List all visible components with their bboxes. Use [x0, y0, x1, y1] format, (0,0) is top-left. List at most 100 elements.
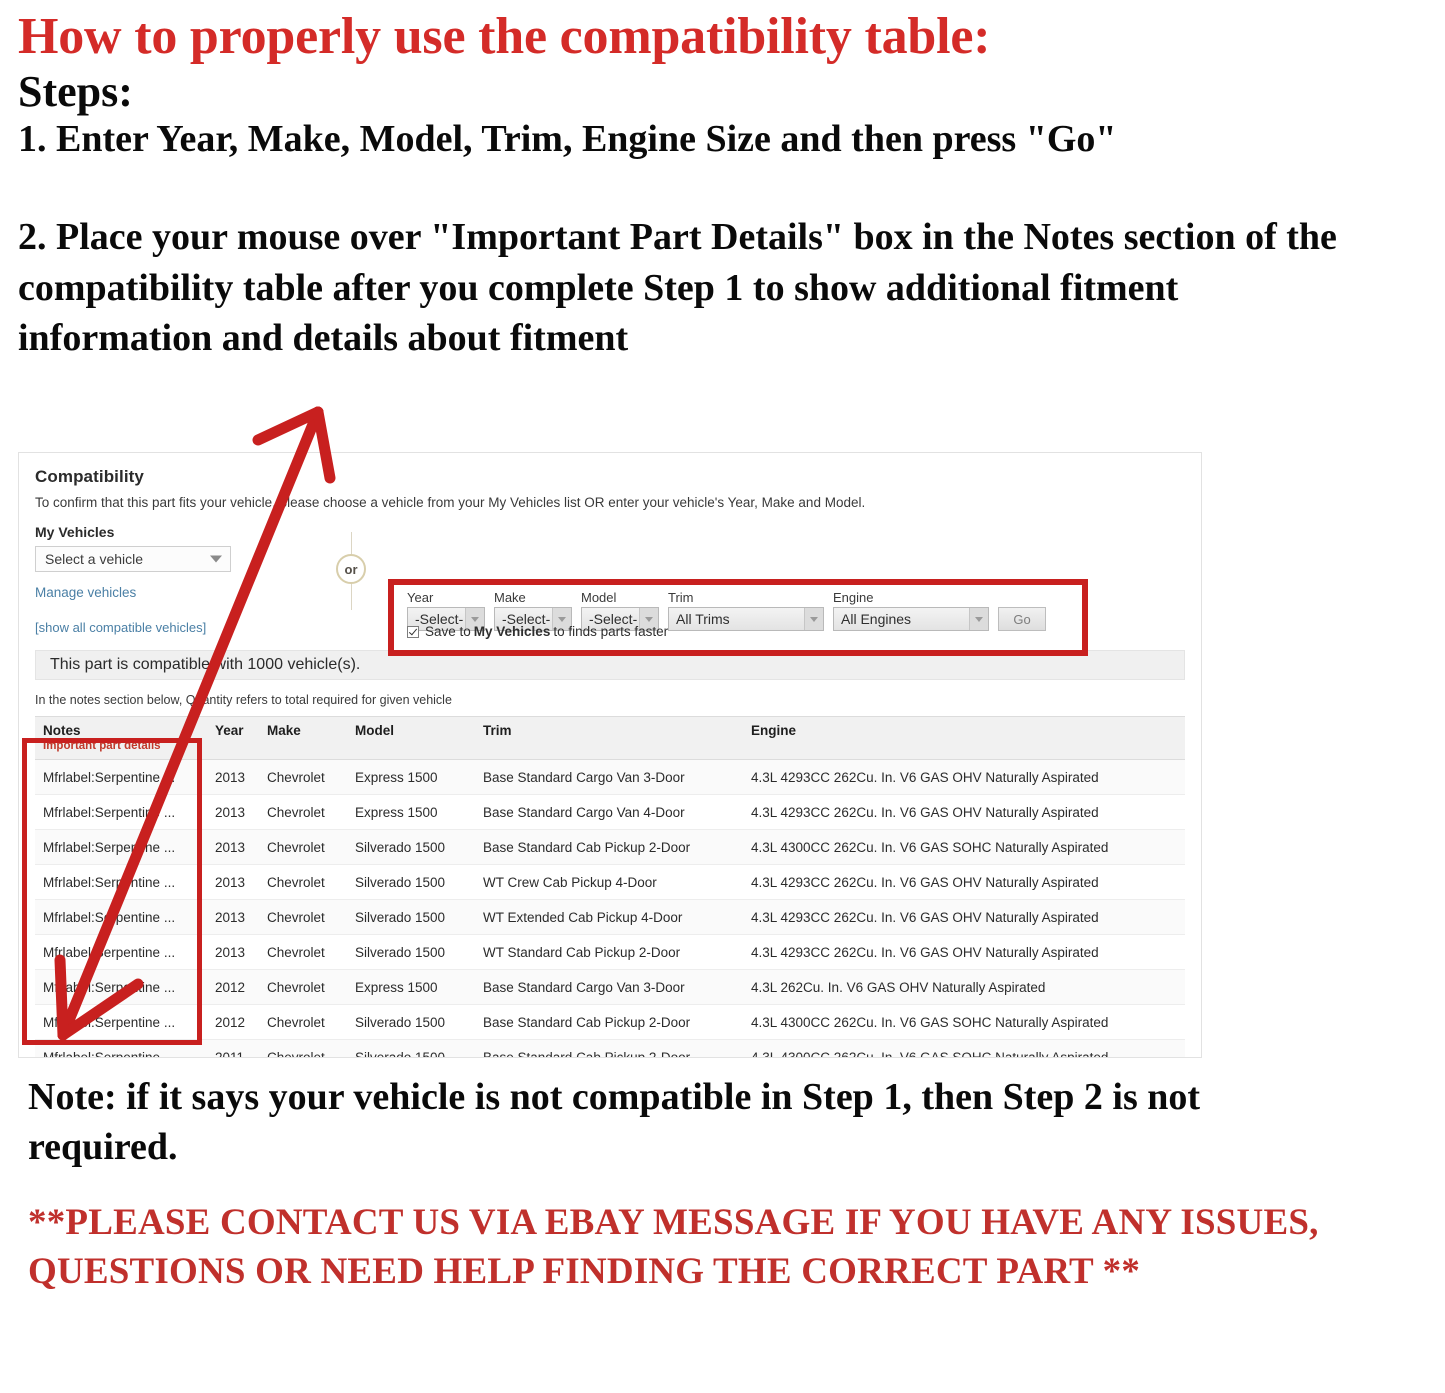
manage-vehicles-link[interactable]: Manage vehicles — [35, 585, 136, 600]
engine-select-value: All Engines — [841, 611, 912, 627]
notes-quantity-hint: In the notes section below, Quantity ref… — [35, 693, 452, 707]
fitment-table: Notes Important part details Year Make M… — [35, 716, 1185, 1057]
model-label: Model — [581, 590, 617, 605]
cell-engine: 4.3L 4293CC 262Cu. In. V6 GAS OHV Natura… — [743, 934, 1185, 970]
cell-year: 2012 — [207, 1004, 259, 1040]
cell-make: Chevrolet — [259, 829, 347, 865]
cell-engine: 4.3L 4293CC 262Cu. In. V6 GAS OHV Natura… — [743, 759, 1185, 795]
cell-make: Chevrolet — [259, 794, 347, 830]
table-row: Mfrlabel:Serpentine ... 2013 Chevrolet Expr… — [35, 759, 1185, 795]
cell-notes[interactable]: Mfrlabel:Serpentine ... — [35, 759, 207, 795]
save-suffix-label: to finds parts faster — [553, 624, 669, 639]
cell-model: Silverado 1500 — [347, 899, 475, 935]
cell-engine: 4.3L 4300CC 262Cu. In. V6 GAS SOHC Natur… — [743, 829, 1185, 865]
page-title: How to properly use the compatibility ta… — [18, 8, 991, 65]
cell-trim: WT Standard Cab Pickup 2-Door — [475, 934, 743, 970]
cell-notes[interactable]: Mfrlabel:Serpentine ... — [35, 1039, 207, 1057]
show-all-compatible-vehicles-link[interactable]: [show all compatible vehicles] — [35, 620, 206, 635]
cell-make: Chevrolet — [259, 759, 347, 795]
column-header-notes: Notes Important part details — [35, 716, 207, 760]
cell-engine: 4.3L 4293CC 262Cu. In. V6 GAS OHV Natura… — [743, 864, 1185, 900]
cell-trim: Base Standard Cargo Van 3-Door — [475, 969, 743, 1005]
table-row: Mfrlabel:Serpentine ... 2012 Chevrolet Expr… — [35, 969, 1185, 1005]
cell-trim: Base Standard Cab Pickup 2-Door — [475, 829, 743, 865]
my-vehicles-label: My Vehicles — [35, 524, 115, 540]
cell-make: Chevrolet — [259, 864, 347, 900]
cell-trim: Base Standard Cargo Van 4-Door — [475, 794, 743, 830]
save-to-my-vehicles-row[interactable]: Save to My Vehicles to finds parts faste… — [407, 624, 668, 639]
cell-year: 2013 — [207, 794, 259, 830]
save-to-my-vehicles-checkbox[interactable] — [407, 625, 419, 638]
important-part-details-label: Important part details — [43, 740, 161, 752]
column-header-engine: Engine — [743, 716, 1185, 760]
cell-make: Chevrolet — [259, 934, 347, 970]
cell-model: Silverado 1500 — [347, 829, 475, 865]
cell-notes[interactable]: Mfrlabel:Serpentine ... — [35, 829, 207, 865]
cell-model: Silverado 1500 — [347, 864, 475, 900]
my-vehicles-select-value: Select a vehicle — [45, 551, 144, 567]
cell-year: 2012 — [207, 969, 259, 1005]
cell-model: Express 1500 — [347, 759, 475, 795]
save-emphasis-label: My Vehicles — [473, 624, 551, 639]
cell-model: Express 1500 — [347, 794, 475, 830]
cell-notes[interactable]: Mfrlabel:Serpentine ... — [35, 969, 207, 1005]
table-row: Mfrlabel:Serpentine ... 2013 Chevrolet Silv… — [35, 934, 1185, 970]
engine-select[interactable]: All Engines — [833, 607, 989, 631]
cell-make: Chevrolet — [259, 899, 347, 935]
column-header-trim: Trim — [475, 716, 743, 760]
compatibility-heading: Compatibility — [35, 467, 144, 486]
table-row: Mfrlabel:Serpentine ... 2012 Chevrolet Silv… — [35, 1004, 1185, 1040]
column-header-make: Make — [259, 716, 347, 760]
contact-us-text: **PLEASE CONTACT US VIA EBAY MESSAGE IF … — [28, 1202, 1319, 1293]
save-prefix-label: Save to — [425, 624, 471, 639]
compatibility-panel: Compatibility To confirm that this part … — [18, 452, 1202, 1058]
cell-engine: 4.3L 4300CC 262Cu. In. V6 GAS SOHC Natur… — [743, 1039, 1185, 1057]
instructions-block: How to properly use the compatibility ta… — [18, 10, 1418, 364]
cell-engine: 4.3L 4300CC 262Cu. In. V6 GAS SOHC Natur… — [743, 1004, 1185, 1040]
cell-model: Silverado 1500 — [347, 1039, 475, 1057]
table-row: Mfrlabel:Serpentine ... 2013 Chevrolet Silv… — [35, 829, 1185, 865]
engine-field: Engine All Engines — [833, 590, 989, 631]
trim-field: Trim All Trims — [668, 590, 824, 631]
table-row: Mfrlabel:Serpentine ... 2013 Chevrolet Expr… — [35, 794, 1185, 830]
cell-year: 2013 — [207, 829, 259, 865]
cell-year: 2011 — [207, 1039, 259, 1057]
engine-label: Engine — [833, 590, 874, 605]
cell-year: 2013 — [207, 864, 259, 900]
cell-year: 2013 — [207, 934, 259, 970]
cell-model: Express 1500 — [347, 969, 475, 1005]
my-vehicles-select[interactable]: Select a vehicle — [35, 546, 231, 572]
cell-notes[interactable]: Mfrlabel:Serpentine ... — [35, 794, 207, 830]
step-1-text: 1. Enter Year, Make, Model, Trim, Engine… — [18, 118, 1117, 161]
cell-notes[interactable]: Mfrlabel:Serpentine ... — [35, 864, 207, 900]
cell-make: Chevrolet — [259, 1039, 347, 1057]
compatibility-subtitle: To confirm that this part fits your vehi… — [35, 495, 866, 510]
my-vehicles-block: My Vehicles Select a vehicle Manage vehi… — [35, 524, 295, 602]
cell-trim: Base Standard Cargo Van 3-Door — [475, 759, 743, 795]
column-header-year: Year — [207, 716, 259, 760]
cell-notes[interactable]: Mfrlabel:Serpentine ... — [35, 934, 207, 970]
chevron-down-icon — [969, 608, 988, 630]
cell-make: Chevrolet — [259, 1004, 347, 1040]
year-label: Year — [407, 590, 434, 605]
trim-select[interactable]: All Trims — [668, 607, 824, 631]
make-label: Make — [494, 590, 526, 605]
trim-label: Trim — [668, 590, 694, 605]
column-header-model: Model — [347, 716, 475, 760]
go-button[interactable]: Go — [998, 607, 1046, 631]
cell-year: 2013 — [207, 899, 259, 935]
step-2-text: 2. Place your mouse over "Important Part… — [18, 216, 1337, 360]
cell-trim: Base Standard Cab Pickup 2-Door — [475, 1039, 743, 1057]
table-row: Mfrlabel:Serpentine ... 2013 Chevrolet Silv… — [35, 864, 1185, 900]
cell-notes[interactable]: Mfrlabel:Serpentine ... — [35, 1004, 207, 1040]
fitment-table-header-row: Notes Important part details Year Make M… — [35, 716, 1185, 760]
cell-engine: 4.3L 262Cu. In. V6 GAS OHV Naturally Asp… — [743, 969, 1185, 1005]
note-step-text: Note: if it says your vehicle is not com… — [28, 1076, 1201, 1169]
cell-notes[interactable]: Mfrlabel:Serpentine ... — [35, 899, 207, 935]
cell-year: 2013 — [207, 759, 259, 795]
column-header-notes-label: Notes — [43, 723, 81, 738]
chevron-down-icon — [804, 608, 823, 630]
cell-engine: 4.3L 4293CC 262Cu. In. V6 GAS OHV Natura… — [743, 899, 1185, 935]
table-row: Mfrlabel:Serpentine ... 2013 Chevrolet Silv… — [35, 899, 1185, 935]
or-divider: or — [330, 532, 374, 610]
